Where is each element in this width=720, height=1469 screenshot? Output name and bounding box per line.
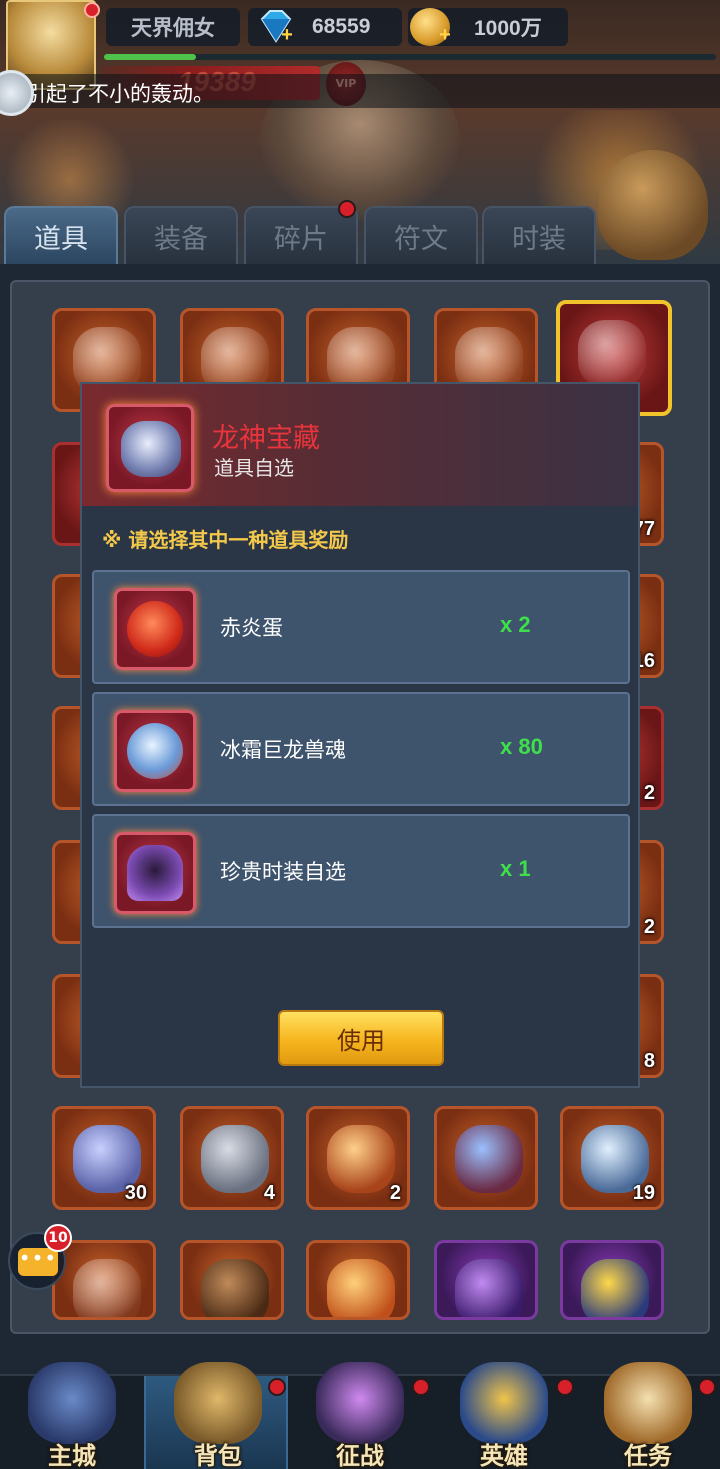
item-art — [581, 1259, 649, 1317]
dialog-subtitle: 道具自选 — [214, 456, 294, 480]
item-art — [201, 1259, 269, 1317]
reward-name: 赤炎蛋 — [220, 616, 283, 640]
item-art — [73, 1259, 141, 1317]
item-art — [201, 1125, 269, 1193]
dialog-header: 龙神宝藏 道具自选 — [82, 384, 638, 506]
hooded-costume-icon — [127, 845, 183, 901]
inventory-slot[interactable] — [560, 1240, 664, 1320]
gold-count: 1000万 — [474, 17, 542, 40]
reward-option[interactable]: 珍贵时装自选 x 1 — [92, 814, 630, 928]
dialog-title: 龙神宝藏 — [212, 423, 320, 454]
scroll-icon — [604, 1362, 692, 1444]
bottom-nav: 主城 背包 征战 英雄 任务 — [0, 1362, 720, 1469]
reward-option[interactable]: 冰霜巨龙兽魂 x 80 — [92, 692, 630, 806]
tab-equipment[interactable]: 装备 — [124, 206, 238, 264]
add-gems-plus-icon[interactable]: + — [278, 25, 296, 45]
reward-quantity: x 80 — [500, 734, 543, 759]
inventory-slot[interactable]: 30 — [52, 1106, 156, 1210]
dialog-hint: ※ 请选择其中一种道具奖励 — [102, 528, 349, 552]
backpack-notification-dot — [268, 1378, 286, 1396]
item-count: 2 — [643, 782, 655, 804]
inventory-slot[interactable] — [306, 1240, 410, 1320]
reward-icon — [114, 832, 196, 914]
item-count: 19 — [632, 1182, 655, 1204]
exp-bar-fill — [104, 54, 196, 60]
inventory-slot[interactable] — [180, 1240, 284, 1320]
reward-quantity: x 1 — [500, 856, 531, 881]
item-art — [578, 320, 646, 388]
loot-bag-art — [598, 150, 708, 260]
reward-icon — [114, 710, 196, 792]
fire-egg-icon — [127, 601, 183, 657]
item-art — [327, 1125, 395, 1193]
nav-label: 主城 — [48, 1442, 96, 1469]
nav-label: 背包 — [194, 1442, 242, 1469]
item-art — [455, 1259, 523, 1317]
gold-currency[interactable]: + 1000万 — [408, 8, 568, 46]
reward-name: 冰霜巨龙兽魂 — [220, 738, 346, 762]
tab-label: 符文 — [394, 223, 448, 255]
inventory-slot[interactable]: 19 — [560, 1106, 664, 1210]
nav-label: 英雄 — [480, 1442, 528, 1469]
dragon-armor-icon — [121, 421, 181, 477]
player-name: 天界佣女 — [131, 17, 215, 40]
fragments-notification-dot — [338, 200, 356, 218]
tab-label: 时装 — [512, 223, 566, 255]
ice-dragon-soul-icon — [127, 723, 183, 779]
exp-bar — [104, 54, 716, 60]
inventory-slot[interactable]: 2 — [306, 1106, 410, 1210]
item-count: 4 — [263, 1182, 275, 1204]
inventory-slot[interactable]: 4 — [180, 1106, 284, 1210]
castle-icon — [28, 1362, 116, 1444]
quests-notification-dot — [698, 1378, 716, 1396]
dragon-portal-icon — [316, 1362, 404, 1444]
inventory-slot[interactable] — [52, 1240, 156, 1320]
add-gold-plus-icon[interactable]: + — [436, 25, 454, 45]
chest-item-icon — [106, 404, 194, 492]
campaign-notification-dot — [412, 1378, 430, 1396]
helmet-icon — [460, 1362, 548, 1444]
nav-backpack[interactable]: 背包 — [144, 1362, 288, 1469]
item-count: 2 — [643, 916, 655, 938]
tab-runes[interactable]: 符文 — [364, 206, 478, 264]
tab-label: 碎片 — [274, 223, 328, 255]
use-button[interactable]: 使用 — [278, 1010, 444, 1066]
reward-option[interactable]: 赤炎蛋 x 2 — [92, 570, 630, 684]
nav-heroes[interactable]: 英雄 — [432, 1362, 576, 1469]
item-art — [455, 1125, 523, 1193]
announcement-marquee: 阔引起了不小的轰动。 — [0, 74, 720, 108]
gem-count: 68559 — [312, 15, 371, 38]
inventory-slot[interactable] — [434, 1240, 538, 1320]
chat-unread-badge: 10 — [44, 1224, 72, 1252]
reward-quantity: x 2 — [500, 612, 531, 637]
tab-items[interactable]: 道具 — [4, 206, 118, 264]
reward-icon — [114, 588, 196, 670]
tab-label: 装备 — [154, 223, 208, 255]
item-art — [327, 1259, 395, 1317]
heroes-notification-dot — [556, 1378, 574, 1396]
item-count: 8 — [643, 1050, 655, 1072]
marquee-text: 阔引起了不小的轰动。 — [4, 82, 214, 106]
nav-label: 征战 — [336, 1442, 384, 1469]
nav-label: 任务 — [624, 1442, 672, 1469]
tab-costumes[interactable]: 时装 — [482, 206, 596, 264]
item-count: 2 — [389, 1182, 401, 1204]
nav-main-city[interactable]: 主城 — [0, 1362, 144, 1469]
inventory-slot[interactable] — [434, 1106, 538, 1210]
chat-bubble-icon — [18, 1246, 58, 1276]
item-count: 30 — [124, 1182, 147, 1204]
treasure-chest-icon — [174, 1362, 262, 1444]
avatar-notification-dot — [84, 2, 100, 18]
tab-label: 道具 — [34, 223, 88, 255]
reward-name: 珍贵时装自选 — [220, 860, 346, 884]
gem-currency[interactable]: + 68559 — [248, 8, 402, 46]
item-choice-dialog: 龙神宝藏 道具自选 ※ 请选择其中一种道具奖励 赤炎蛋 x 2 冰霜巨龙兽魂 x… — [80, 382, 640, 1088]
player-name-pill: 天界佣女 — [106, 8, 240, 46]
nav-campaign[interactable]: 征战 — [288, 1362, 432, 1469]
